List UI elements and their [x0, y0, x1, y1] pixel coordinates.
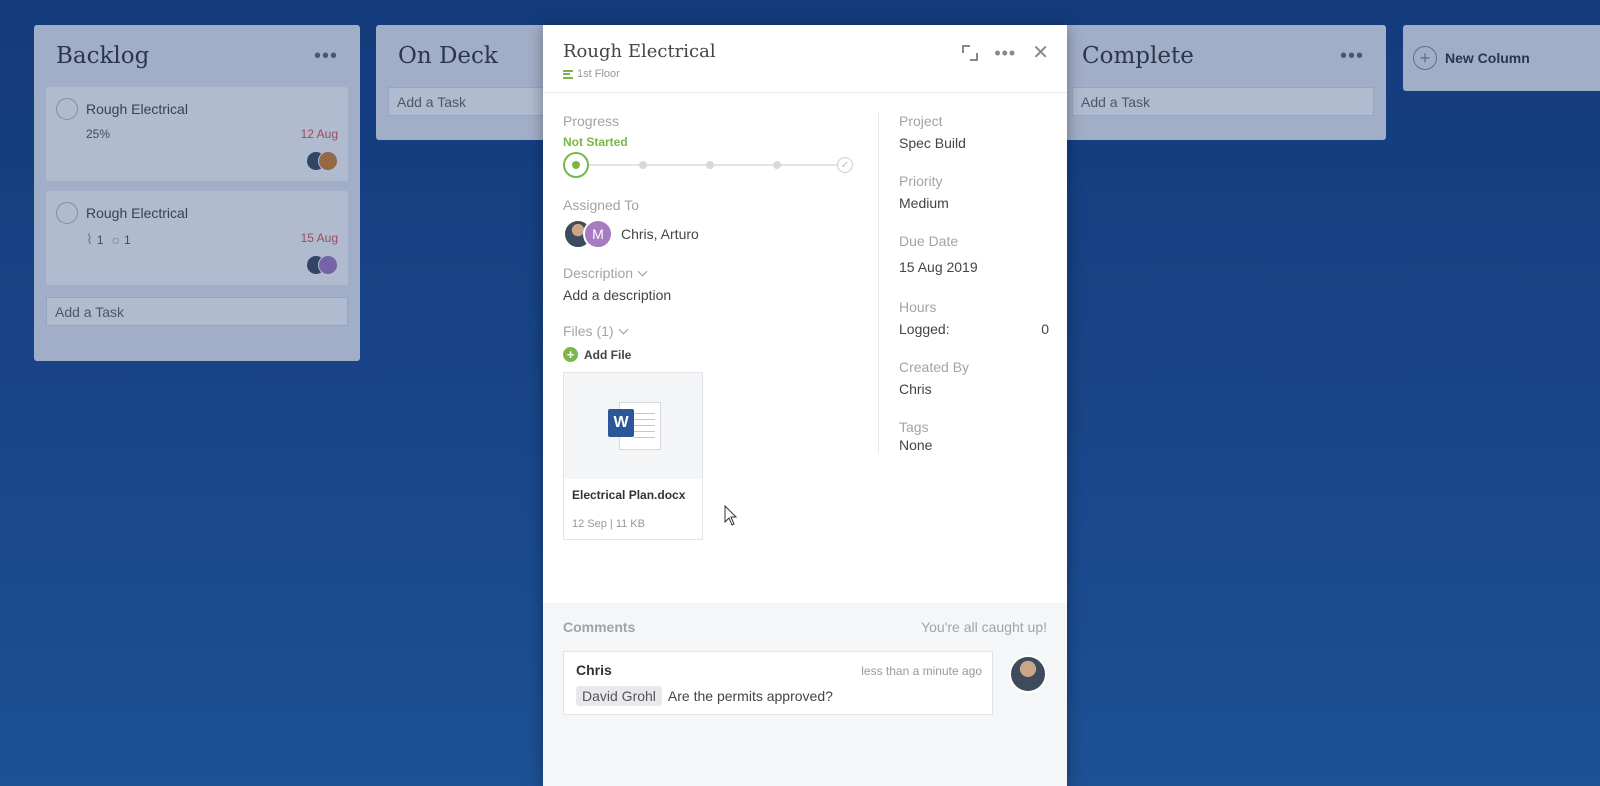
- progress-step[interactable]: [773, 161, 781, 169]
- progress-status: Not Started: [563, 135, 628, 149]
- expand-icon[interactable]: [962, 45, 979, 61]
- file-name: Electrical Plan.docx: [572, 488, 686, 502]
- created-by-value: Chris: [899, 381, 932, 397]
- divider: [878, 113, 879, 453]
- comments-title: Comments: [563, 619, 636, 635]
- avatar: M: [583, 219, 613, 249]
- plus-icon: +: [563, 347, 578, 362]
- logged-value: 0: [1041, 321, 1049, 337]
- task-main-details: Progress Not Started ✓ Assigned To M Chr…: [563, 93, 863, 540]
- mention-tag[interactable]: David Grohl: [576, 686, 662, 706]
- chevron-down-icon: [618, 324, 629, 334]
- list-icon: [563, 69, 573, 79]
- logged-label: Logged:: [899, 321, 950, 337]
- description-toggle[interactable]: Description: [563, 265, 863, 281]
- comments-status: You're all caught up!: [921, 619, 1047, 635]
- tags-label: Tags: [899, 419, 929, 435]
- assignee-names: Chris, Arturo: [621, 226, 699, 242]
- cursor-icon: [724, 505, 738, 526]
- modal-body: Progress Not Started ✓ Assigned To M Chr…: [543, 93, 1067, 603]
- progress-step-current[interactable]: [563, 152, 589, 178]
- progress-tracker[interactable]: ✓: [563, 151, 853, 179]
- comments-section: Comments You're all caught up! Chris les…: [543, 603, 1067, 786]
- comment-text: Are the permits approved?: [667, 688, 833, 704]
- due-date-value[interactable]: 15 Aug 2019: [899, 259, 1049, 275]
- close-icon[interactable]: ✕: [1032, 43, 1049, 63]
- assignees[interactable]: M Chris, Arturo: [563, 219, 863, 249]
- priority-value[interactable]: Medium: [899, 195, 1049, 211]
- task-list-breadcrumb[interactable]: 1st Floor: [563, 68, 1047, 80]
- files-toggle[interactable]: Files (1): [563, 323, 863, 339]
- description-input[interactable]: Add a description: [563, 287, 863, 303]
- word-icon: W: [608, 409, 634, 437]
- comments-header: Comments You're all caught up!: [563, 619, 1047, 635]
- comment: Chris less than a minute ago David Grohl…: [563, 651, 993, 715]
- project-value[interactable]: Spec Build: [899, 135, 1049, 151]
- comment-body: David Grohl Are the permits approved?: [576, 686, 980, 706]
- list-name: 1st Floor: [577, 68, 620, 80]
- file-meta: 12 Sep | 11 KB: [572, 518, 645, 530]
- description-label: Description: [563, 265, 634, 281]
- hours-label: Hours: [899, 299, 937, 315]
- created-by-label: Created By: [899, 359, 970, 375]
- more-icon[interactable]: •••: [994, 44, 1016, 62]
- project-label: Project: [899, 113, 943, 129]
- assigned-label: Assigned To: [563, 197, 640, 213]
- files-label: Files (1): [563, 323, 614, 339]
- progress-step[interactable]: [706, 161, 714, 169]
- task-properties: Project Spec Build Priority Medium Due D…: [899, 93, 1049, 453]
- header-actions: ••• ✕: [962, 43, 1049, 63]
- priority-label: Priority: [899, 173, 943, 189]
- hours-logged[interactable]: Logged: 0: [899, 321, 1049, 337]
- progress-label: Progress: [563, 113, 620, 129]
- check-icon[interactable]: ✓: [837, 157, 853, 173]
- tags-value[interactable]: None: [899, 437, 1049, 453]
- avatar: [1009, 655, 1047, 693]
- file-card[interactable]: W Electrical Plan.docx 12 Sep | 11 KB: [563, 372, 703, 540]
- comment-time: less than a minute ago: [861, 664, 982, 678]
- due-date-label: Due Date: [899, 233, 959, 249]
- modal-header: Rough Electrical 1st Floor ••• ✕: [543, 25, 1067, 93]
- task-detail-modal: Rough Electrical 1st Floor ••• ✕ Progres…: [543, 25, 1067, 786]
- progress-step[interactable]: [639, 161, 647, 169]
- add-file-label: Add File: [584, 347, 632, 362]
- file-thumbnail: W: [564, 373, 702, 479]
- chevron-down-icon: [637, 266, 648, 276]
- add-file-button[interactable]: + Add File: [563, 347, 863, 362]
